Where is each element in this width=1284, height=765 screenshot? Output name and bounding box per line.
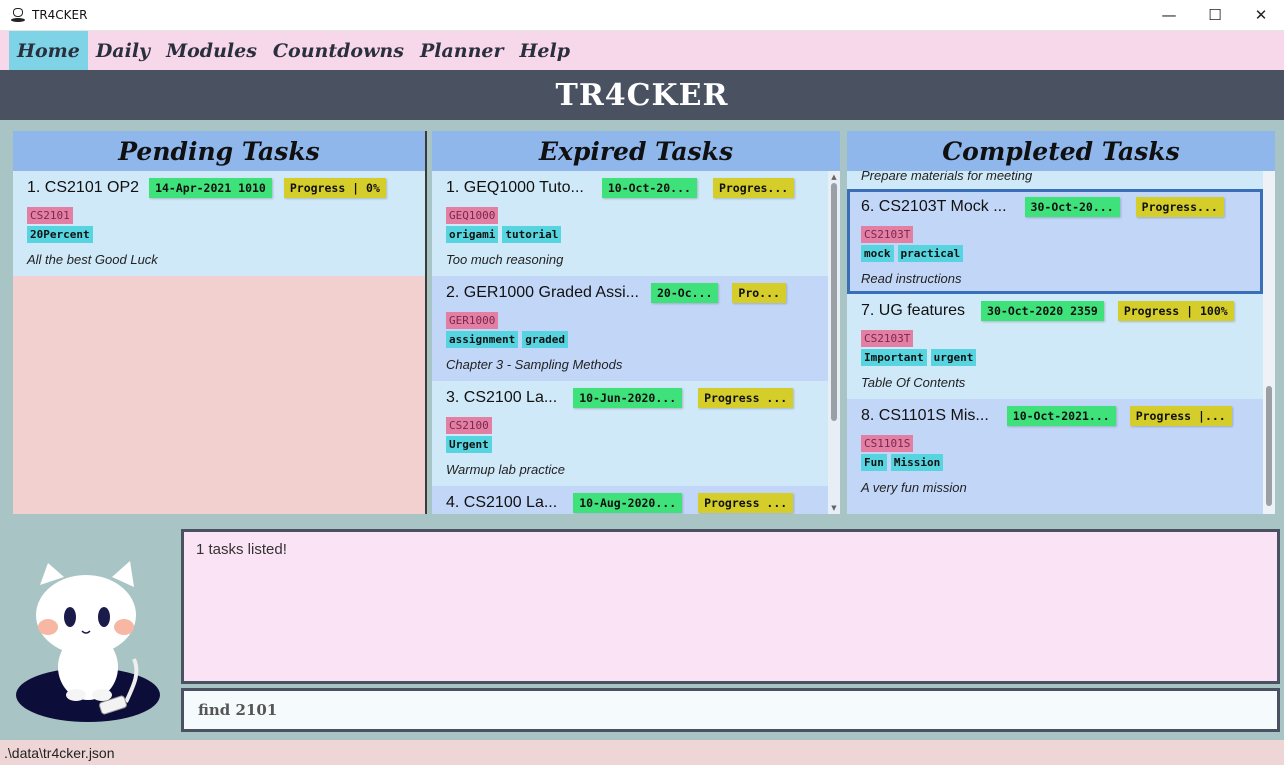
task-progress-tag: Progress ... bbox=[698, 493, 794, 513]
task-deadline-tag: 20-Oc... bbox=[651, 283, 719, 303]
task-deadline-tag: 10-Jun-2020... bbox=[573, 388, 683, 408]
expired-panel-title: Expired Tasks bbox=[538, 136, 734, 166]
app-header-title: TR4CKER bbox=[555, 77, 729, 113]
menu-help[interactable]: Help bbox=[511, 31, 578, 70]
task-card-partial[interactable]: Prepare materials for meeting bbox=[847, 171, 1263, 189]
module-tag: CS2103T bbox=[861, 330, 914, 347]
task-progress-tag: Pro... bbox=[732, 283, 786, 303]
status-bar: .\data\tr4cker.json bbox=[0, 740, 1284, 765]
task-progress-tag: Progres... bbox=[712, 178, 795, 198]
menu-countdowns[interactable]: Countdowns bbox=[265, 31, 412, 70]
task-title: 1. CS2101 OP2 bbox=[27, 179, 140, 196]
panel-divider[interactable] bbox=[840, 131, 842, 514]
menu-bar: Home Daily Modules Countdowns Planner He… bbox=[0, 31, 1284, 70]
task-card[interactable]: 3. CS2100 La... 10-Jun-2020... Progress … bbox=[432, 381, 828, 486]
keyword-tag: practical bbox=[897, 245, 964, 262]
task-title: 4. CS2100 La... bbox=[446, 494, 558, 511]
completed-scrollbar[interactable] bbox=[1263, 171, 1275, 514]
pending-panel-header: Pending Tasks bbox=[13, 131, 425, 171]
completed-tasks-panel: Completed Tasks Prepare materials for me… bbox=[847, 131, 1275, 514]
keyword-tag: Mission bbox=[890, 454, 944, 471]
app-header: TR4CKER bbox=[0, 70, 1284, 120]
task-title: 8. CS1101S Mis... bbox=[861, 407, 989, 424]
keyword-tag: tutorial bbox=[502, 226, 562, 243]
task-title: 7. UG features bbox=[861, 302, 966, 319]
keyword-tag: 20Percent bbox=[27, 226, 93, 243]
task-card[interactable]: 7. UG features 30-Oct-2020 2359 Progress… bbox=[847, 294, 1263, 399]
keyword-tag: urgent bbox=[930, 349, 977, 366]
task-description: A very fun mission bbox=[861, 480, 967, 495]
task-progress-tag: Progress ... bbox=[698, 388, 794, 408]
expired-panel-header: Expired Tasks bbox=[432, 131, 840, 171]
task-progress-tag: Progress | 0% bbox=[283, 178, 386, 198]
keyword-tag: mock bbox=[861, 245, 894, 262]
module-tag: CS2101 bbox=[27, 207, 73, 224]
task-deadline-tag: 30-Oct-2020 2359 bbox=[981, 301, 1104, 321]
task-card[interactable]: 1. CS2101 OP2 14-Apr-2021 1010 Progress … bbox=[13, 171, 425, 276]
module-tag: CS2100 bbox=[446, 417, 492, 434]
task-title: 3. CS2100 La... bbox=[446, 389, 558, 406]
window-titlebar: TR4CKER — ☐ ✕ bbox=[0, 0, 1284, 31]
expired-tasks-panel: Expired Tasks 1. GEQ1000 Tuto... 10-Oct-… bbox=[432, 131, 840, 514]
task-description: Prepare materials for meeting bbox=[861, 171, 1033, 183]
module-tag: GEQ1000 bbox=[446, 207, 499, 224]
keyword-tag: origami bbox=[446, 226, 499, 243]
completed-panel-title: Completed Tasks bbox=[942, 136, 1180, 166]
task-card[interactable]: 4. CS2100 La... 10-Aug-2020... Progress … bbox=[432, 486, 828, 514]
keyword-tag: graded bbox=[522, 331, 568, 348]
task-description: Too much reasoning bbox=[446, 252, 564, 267]
command-box[interactable] bbox=[181, 688, 1280, 732]
task-card[interactable]: 2. GER1000 Graded Assi... 20-Oc... Pro..… bbox=[432, 276, 828, 381]
result-display: 1 tasks listed! bbox=[181, 529, 1280, 684]
maximize-button[interactable]: ☐ bbox=[1192, 0, 1238, 31]
task-progress-tag: Progress... bbox=[1135, 197, 1224, 217]
task-description: Chapter 3 - Sampling Methods bbox=[446, 357, 623, 372]
menu-planner[interactable]: Planner bbox=[412, 31, 512, 70]
data-file-path: .\data\tr4cker.json bbox=[4, 744, 115, 761]
result-text: 1 tasks listed! bbox=[196, 541, 287, 558]
pending-panel-title: Pending Tasks bbox=[118, 136, 320, 166]
task-card[interactable]: 1. GEQ1000 Tuto... 10-Oct-20... Progres.… bbox=[432, 171, 828, 276]
scroll-up-icon[interactable]: ▲ bbox=[828, 171, 840, 183]
task-deadline-tag: 10-Oct-20... bbox=[601, 178, 697, 198]
task-card-selected[interactable]: 6. CS2103T Mock ... 30-Oct-20... Progres… bbox=[847, 189, 1263, 294]
task-deadline-tag: 30-Oct-20... bbox=[1024, 197, 1120, 217]
task-title: 1. GEQ1000 Tuto... bbox=[446, 179, 584, 196]
close-button[interactable]: ✕ bbox=[1238, 0, 1284, 31]
cat-mascot-icon bbox=[14, 555, 166, 725]
window-title: TR4CKER bbox=[32, 8, 88, 22]
keyword-tag: Urgent bbox=[446, 436, 492, 453]
app-logo-icon bbox=[10, 7, 26, 23]
module-tag: CS1101S bbox=[861, 435, 914, 452]
scroll-thumb[interactable] bbox=[1266, 386, 1272, 506]
module-tag: GER1000 bbox=[446, 312, 499, 329]
task-deadline-tag: 14-Apr-2021 1010 bbox=[149, 178, 272, 198]
keyword-tag: assignment bbox=[446, 331, 519, 348]
task-progress-tag: Progress |... bbox=[1129, 406, 1232, 426]
task-title: 2. GER1000 Graded Assi... bbox=[446, 284, 639, 301]
task-description: All the best Good Luck bbox=[27, 252, 158, 267]
completed-panel-header: Completed Tasks bbox=[847, 131, 1275, 171]
task-title: 6. CS2103T Mock ... bbox=[861, 198, 1007, 215]
expired-scrollbar[interactable]: ▲ ▼ bbox=[828, 171, 840, 514]
task-progress-tag: Progress | 100% bbox=[1117, 301, 1234, 321]
task-description: Read instructions bbox=[861, 271, 962, 286]
panel-divider[interactable] bbox=[425, 131, 427, 514]
minimize-button[interactable]: — bbox=[1146, 0, 1192, 31]
menu-daily[interactable]: Daily bbox=[88, 31, 158, 70]
menu-home[interactable]: Home bbox=[9, 31, 88, 70]
menu-modules[interactable]: Modules bbox=[158, 31, 265, 70]
keyword-tag: Important bbox=[861, 349, 927, 366]
task-card[interactable]: 8. CS1101S Mis... 10-Oct-2021... Progres… bbox=[847, 399, 1263, 504]
task-description: Table Of Contents bbox=[861, 375, 966, 390]
task-deadline-tag: 10-Aug-2020... bbox=[573, 493, 683, 513]
module-tag: CS2103T bbox=[861, 226, 914, 243]
keyword-tag: Fun bbox=[861, 454, 887, 471]
scroll-down-icon[interactable]: ▼ bbox=[828, 502, 840, 514]
pending-tasks-panel: Pending Tasks 1. CS2101 OP2 14-Apr-2021 … bbox=[13, 131, 425, 514]
task-deadline-tag: 10-Oct-2021... bbox=[1006, 406, 1116, 426]
scroll-thumb[interactable] bbox=[831, 183, 837, 421]
command-input[interactable] bbox=[198, 701, 1263, 719]
task-description: Warmup lab practice bbox=[446, 462, 565, 477]
